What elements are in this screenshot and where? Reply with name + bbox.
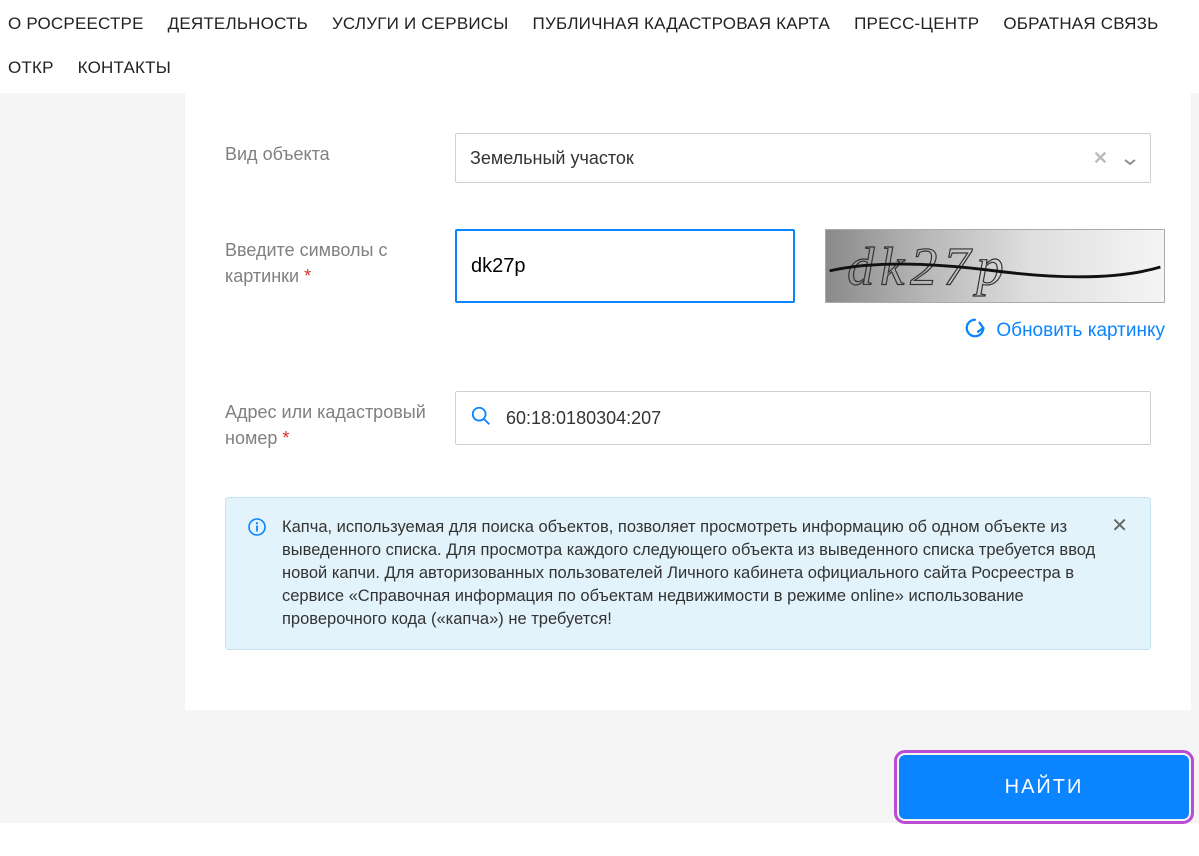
nav-item-about[interactable]: О РОСРЕЕСТРЕ bbox=[8, 14, 144, 34]
info-alert-text: Капча, используемая для поиска объектов,… bbox=[282, 516, 1095, 631]
required-mark: * bbox=[282, 428, 289, 448]
label-address-text: Адрес или кадастровый номер bbox=[225, 402, 426, 448]
nav-item-press[interactable]: ПРЕСС-ЦЕНТР bbox=[854, 14, 979, 34]
select-object-type[interactable]: Земельный участок ✕ bbox=[455, 133, 1151, 183]
nav-item-activity[interactable]: ДЕЯТЕЛЬНОСТЬ bbox=[168, 14, 308, 34]
captcha-image-column: dk27p Обновить картинку bbox=[825, 229, 1165, 345]
nav-item-open[interactable]: ОТКР bbox=[8, 58, 54, 78]
top-nav: О РОСРЕЕСТРЕ ДЕЯТЕЛЬНОСТЬ УСЛУГИ И СЕРВИ… bbox=[0, 0, 1199, 93]
address-input-wrap[interactable] bbox=[455, 391, 1151, 445]
captcha-input[interactable] bbox=[455, 229, 795, 303]
nav-item-services[interactable]: УСЛУГИ И СЕРВИСЫ bbox=[332, 14, 509, 34]
captcha-image: dk27p bbox=[825, 229, 1165, 303]
nav-item-feedback[interactable]: ОБРАТНАЯ СВЯЗЬ bbox=[1003, 14, 1158, 34]
row-address: Адрес или кадастровый номер * bbox=[225, 391, 1151, 451]
label-captcha: Введите символы с картинки * bbox=[225, 229, 455, 289]
clear-icon[interactable]: ✕ bbox=[1077, 148, 1124, 169]
address-input[interactable] bbox=[506, 408, 1136, 429]
required-mark: * bbox=[304, 266, 311, 286]
refresh-captcha-label: Обновить картинку bbox=[996, 320, 1165, 342]
label-address: Адрес или кадастровый номер * bbox=[225, 391, 455, 451]
row-object-type: Вид объекта Земельный участок ✕ bbox=[225, 133, 1151, 183]
info-icon bbox=[248, 518, 266, 543]
submit-wrap: НАЙТИ bbox=[899, 755, 1189, 819]
label-object-type: Вид объекта bbox=[225, 133, 455, 167]
search-icon bbox=[470, 405, 506, 432]
row-captcha: Введите символы с картинки * dk27p bbox=[225, 229, 1151, 345]
search-form-card: Вид объекта Земельный участок ✕ Введите … bbox=[185, 93, 1191, 710]
find-button[interactable]: НАЙТИ bbox=[899, 755, 1189, 819]
close-icon[interactable]: ✕ bbox=[1111, 516, 1128, 536]
page-body: Вид объекта Земельный участок ✕ Введите … bbox=[0, 93, 1199, 823]
refresh-captcha-button[interactable]: Обновить картинку bbox=[825, 317, 1165, 345]
chevron-down-icon[interactable] bbox=[1124, 152, 1136, 164]
nav-item-cadastral-map[interactable]: ПУБЛИЧНАЯ КАДАСТРОВАЯ КАРТА bbox=[533, 14, 831, 34]
info-alert: Капча, используемая для поиска объектов,… bbox=[225, 497, 1151, 650]
nav-item-contacts[interactable]: КОНТАКТЫ bbox=[78, 58, 171, 78]
select-object-type-value: Земельный участок bbox=[470, 148, 1077, 169]
refresh-icon bbox=[964, 317, 986, 345]
